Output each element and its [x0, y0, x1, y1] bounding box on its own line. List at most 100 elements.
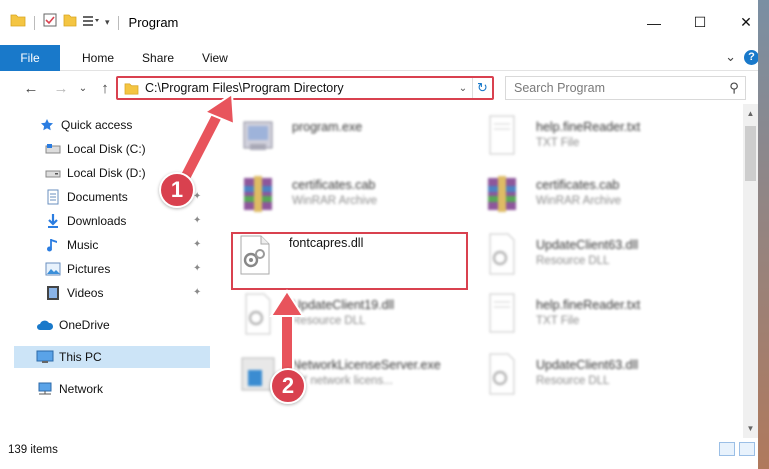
file-item[interactable]: certificates.cab WinRAR Archive [238, 172, 478, 222]
address-bar[interactable]: C:\Program Files\Program Directory ⌄ ↻ [116, 76, 494, 100]
tab-view[interactable]: View [188, 45, 242, 71]
sidebar-item-pictures[interactable]: Pictures [44, 258, 110, 280]
vertical-scrollbar[interactable]: ▲ ▼ [743, 104, 758, 438]
sidebar-item-network[interactable]: Network [36, 378, 103, 400]
file-type: Resource DLL [536, 375, 610, 387]
scroll-thumb[interactable] [745, 126, 756, 181]
sidebar-item-local-disk-d[interactable]: Local Disk (D:) [44, 162, 146, 184]
file-type: WinRAR Archive [536, 195, 621, 207]
network-icon [36, 381, 54, 397]
scroll-up-icon[interactable]: ▲ [743, 106, 758, 121]
chevron-down-icon[interactable]: ⌄ [454, 83, 472, 94]
download-icon [44, 213, 62, 229]
navigation-pane: Quick access Local Disk (C:) Local Disk … [0, 108, 219, 438]
maximize-icon: ☐ [693, 14, 707, 30]
search-input[interactable] [506, 81, 723, 95]
tab-share[interactable]: Share [128, 45, 188, 71]
dropdown-arrow-icon[interactable]: ▾ [105, 17, 110, 28]
winrar-icon [482, 172, 522, 216]
sidebar-item-label: OneDrive [59, 318, 110, 332]
sidebar-item-downloads[interactable]: Downloads [44, 210, 126, 232]
maximize-button[interactable]: ☐ [677, 0, 723, 45]
recent-locations-button[interactable]: ⌄ [72, 77, 94, 99]
toolbar-divider [117, 15, 119, 30]
folder-icon [124, 82, 139, 95]
view-toggle [719, 442, 755, 456]
drive-icon [44, 165, 62, 181]
close-icon: ✕ [740, 14, 752, 30]
sidebar-item-label: This PC [59, 350, 102, 364]
window-controls: — ☐ ✕ [631, 0, 769, 45]
winrar-icon [238, 172, 278, 216]
sidebar-item-label: Pictures [67, 262, 111, 276]
tab-home[interactable]: Home [60, 45, 128, 71]
file-item[interactable]: UpdateClient63.dll Resource DLL [482, 352, 722, 402]
sidebar-item-label: Documents [67, 190, 128, 204]
file-type: BY network licens... [292, 375, 393, 387]
pin-icon[interactable]: ✦ [193, 263, 201, 274]
toolbar-divider [34, 15, 35, 30]
sidebar-item-videos[interactable]: Videos [44, 282, 103, 304]
dll-icon [482, 352, 522, 396]
sidebar-item-label: Downloads [67, 214, 127, 228]
file-name: help.fineReader.txt [536, 298, 641, 312]
properties-icon[interactable] [43, 13, 57, 32]
sidebar-item-quick-access[interactable]: Quick access [38, 114, 132, 136]
sidebar-item-label: Local Disk (D:) [67, 166, 146, 180]
pin-icon[interactable]: ✦ [193, 215, 201, 226]
file-item[interactable]: certificates.cab WinRAR Archive [482, 172, 722, 222]
pin-icon[interactable]: ✦ [193, 287, 201, 298]
back-button[interactable]: ← [20, 77, 42, 99]
file-item[interactable]: UpdateClient63.dll Resource DLL [482, 232, 722, 282]
search-icon[interactable]: ⚲ [723, 80, 745, 96]
documents-icon [44, 189, 62, 205]
file-item[interactable]: program.exe [238, 114, 478, 164]
sidebar-item-onedrive[interactable]: OneDrive [36, 314, 110, 336]
txt-icon [482, 114, 522, 158]
search-box[interactable]: ⚲ [505, 76, 746, 100]
file-name: UpdateClient63.dll [536, 358, 639, 372]
expand-ribbon-icon[interactable]: ⌄ [725, 49, 736, 65]
sidebar-item-local-disk-c[interactable]: Local Disk (C:) [44, 138, 146, 160]
file-name: certificates.cab [536, 178, 620, 192]
pin-icon[interactable]: ✦ [193, 239, 201, 250]
file-name: UpdateClient19.dll [292, 298, 395, 312]
highlight-box [231, 232, 468, 290]
dll-icon [238, 292, 278, 336]
folder-icon [10, 13, 26, 32]
help-icon[interactable]: ? [744, 49, 759, 65]
details-view-icon[interactable] [719, 442, 735, 456]
quick-access-toolbar: ▾ [0, 0, 121, 45]
file-item[interactable]: help.fineReader.txt TXT File [482, 292, 722, 342]
sidebar-item-this-pc[interactable]: This PC [14, 346, 219, 368]
music-icon [44, 237, 62, 253]
minimize-button[interactable]: — [631, 0, 677, 45]
sidebar-item-documents[interactable]: Documents [44, 186, 128, 208]
tab-file[interactable]: File [0, 44, 60, 71]
chevron-down-icon: ⌄ [78, 82, 88, 94]
file-name: help.fineReader.txt [536, 120, 641, 134]
txt-icon [482, 292, 522, 336]
address-path[interactable]: C:\Program Files\Program Directory [145, 81, 454, 95]
sidebar-item-music[interactable]: Music [44, 234, 98, 256]
scroll-down-icon[interactable]: ▼ [743, 421, 758, 436]
step-badge-1: 1 [159, 172, 195, 208]
tiles-view-icon[interactable] [739, 442, 755, 456]
title-bar: ▾ Program — ☐ ✕ [0, 0, 769, 45]
customize-icon[interactable] [83, 14, 99, 32]
file-type: Resource DLL [292, 315, 366, 327]
new-folder-icon[interactable] [63, 13, 77, 32]
up-button[interactable]: ↑ [94, 77, 116, 99]
file-name: certificates.cab [292, 178, 376, 192]
file-name: UpdateClient63.dll [536, 238, 639, 252]
file-item[interactable]: help.fineReader.txt TXT File [482, 114, 722, 164]
refresh-icon[interactable]: ↻ [472, 78, 492, 98]
dll-icon [482, 232, 522, 276]
sidebar-item-label: Music [67, 238, 99, 252]
file-item[interactable]: UpdateClient19.dll Resource DLL [238, 292, 478, 342]
file-type: TXT File [536, 137, 580, 149]
forward-button[interactable]: → [50, 77, 72, 99]
forward-arrow-icon: → [53, 79, 69, 97]
up-arrow-icon: ↑ [101, 79, 109, 97]
file-type: WinRAR Archive [292, 195, 377, 207]
